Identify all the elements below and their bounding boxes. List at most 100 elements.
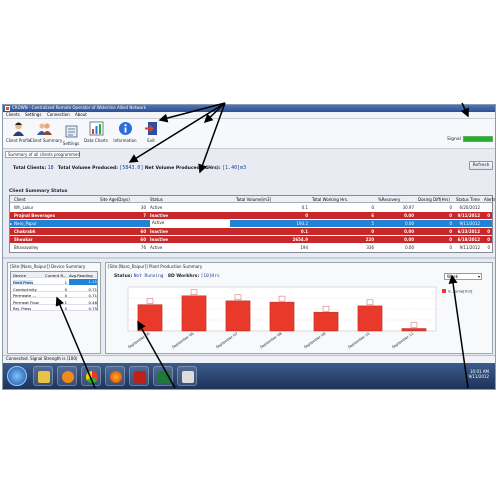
- table-cell: 0: [449, 245, 452, 250]
- total-volume-value: [5843.0]: [119, 165, 144, 171]
- table-cell: 0: [64, 306, 67, 311]
- device-summary-title: [Site:[Naro_Raipur]] Device Summary: [10, 264, 86, 269]
- device-summary-table: Device Current R... Avg.Reading Feed Press 1…: [10, 271, 98, 311]
- signal-label: Signal: [447, 137, 461, 142]
- table-cell: Inactive: [150, 229, 169, 234]
- client-profile-button[interactable]: Client Profile: [6, 121, 31, 143]
- legend-swatch: [442, 289, 446, 293]
- table-cell: 0: [371, 229, 374, 234]
- table-row[interactable]: Bhavavalley 76 Active 194 336 0.00 0 9/11/2012 0: [10, 244, 492, 251]
- taskbar-paint-icon[interactable]: [177, 366, 197, 386]
- x-tick-label: September 10: [347, 331, 371, 349]
- table-cell: 9/11/2012: [459, 221, 480, 226]
- table-cell: 0: [449, 237, 452, 242]
- table-cell: 0.71: [88, 293, 97, 298]
- table-cell: 1: [64, 299, 67, 305]
- device-row[interactable]: Rej. Press 0 0.75: [11, 305, 97, 311]
- column-header: Total Volume[m3]: [236, 197, 272, 202]
- bar: [313, 311, 339, 332]
- data-label-box: [278, 295, 286, 302]
- menu-settings[interactable]: Settings: [25, 112, 41, 117]
- data-label-box: [146, 298, 154, 304]
- menu-clients[interactable]: Clients: [6, 112, 20, 117]
- device-row[interactable]: Permeat Flow 1 0.46: [11, 298, 97, 305]
- status-bar: Connected. Signal Strength is (100): [3, 355, 495, 363]
- tab-summary[interactable]: Summary of all clients programmed: [5, 151, 80, 158]
- taskbar-firefox-icon[interactable]: [105, 366, 125, 386]
- table-row[interactable]: Prajnal Beverages 7 Inactive 0 6 0.00 0 9/11/20…: [10, 212, 492, 219]
- production-summary-panel: [Site:[Naro_Raipur]] Plant Production Su…: [105, 262, 493, 354]
- device-row[interactable]: Conductivity 0 0.71: [11, 285, 97, 292]
- taskbar-folder-icon[interactable]: [33, 366, 53, 386]
- menu-connection[interactable]: Connection: [47, 112, 70, 117]
- data-label-box: [234, 294, 242, 301]
- column-header: Status: [150, 197, 163, 202]
- table-cell: 30.97: [402, 205, 414, 210]
- device-row[interactable]: Feed Press 1 1.11: [11, 279, 97, 285]
- total-volume-label: Total Volume Produced:: [57, 166, 118, 171]
- taskbar-acrobat-icon[interactable]: [129, 366, 149, 386]
- bar: [401, 328, 427, 332]
- taskbar-media-player-icon[interactable]: [57, 366, 77, 386]
- information-button[interactable]: Information: [111, 121, 139, 143]
- table-cell: 0: [305, 213, 308, 218]
- information-icon: [118, 121, 133, 136]
- data-label-box: [322, 305, 330, 312]
- screenshot: CROWN - Centralized Remote Operator of W…: [0, 0, 500, 500]
- splitter[interactable]: [3, 257, 495, 259]
- status-value: Not Running: [133, 274, 164, 279]
- x-tick-label: September 07: [215, 332, 238, 350]
- table-cell: 0: [449, 213, 452, 218]
- table-cell: 1: [64, 280, 67, 285]
- exit-button[interactable]: Exit: [141, 121, 161, 143]
- table-cell: 60: [140, 237, 146, 242]
- table-row[interactable]: Nero_Papur Active 193.2 5 0.00 0 9/11/2012 ▸: [10, 220, 492, 227]
- bar: [225, 300, 251, 332]
- bar: [269, 301, 295, 332]
- table-cell: Active: [150, 205, 163, 210]
- taskbar: 10:01 AM 9/11/2012: [3, 363, 495, 389]
- start-button[interactable]: [7, 366, 27, 386]
- bar: [181, 295, 207, 332]
- menu-bar: Clients Settings Connection About: [3, 112, 495, 119]
- refresh-button[interactable]: Refresh: [469, 161, 493, 170]
- table-cell: 0: [487, 245, 490, 250]
- device-summary-panel: [Site:[Naro_Raipur]] Device Summary Devi…: [7, 262, 101, 354]
- signal-strength-bar: [463, 136, 493, 142]
- x-tick-label: September 05: [127, 332, 150, 350]
- taskbar-chrome-icon[interactable]: [81, 366, 101, 386]
- table-row[interactable]: Shoukar 60 Inactive 2654.9 220 0.00 0 6/18/2012…: [10, 236, 492, 243]
- table-cell: Active: [150, 245, 163, 250]
- table-row[interactable]: Wh_Lokur 30 Active 0.1 0 30.97 0 6/20/2012: [10, 204, 492, 211]
- x-tick-label: September 08: [259, 331, 283, 349]
- table-cell: 5: [371, 221, 374, 226]
- status-bar-text: Connected. Signal Strength is (100): [6, 356, 78, 361]
- taskbar-excel-icon[interactable]: [153, 366, 173, 386]
- column-header: Total Working Hrs.: [312, 197, 349, 202]
- settings-icon: [64, 124, 79, 139]
- table-cell: Chakrabh: [14, 229, 36, 234]
- settings-button[interactable]: Settings: [61, 124, 81, 146]
- period-dropdown[interactable]: Week ▾: [444, 273, 482, 280]
- totals-line: Total Clients: 18 Total Volume Produced:…: [13, 165, 246, 175]
- system-tray[interactable]: 10:01 AM 9/11/2012: [468, 369, 489, 379]
- data-charts-button[interactable]: Data Charts: [83, 121, 109, 143]
- device-row[interactable]: Permeate ... 0 0.71: [11, 292, 97, 298]
- table-row[interactable]: Chakrabh 60 Inactive 0.1 0 0.00 0 6/23/2012 0: [10, 228, 492, 235]
- table-cell: Active: [150, 220, 230, 227]
- table-cell: 193.2: [296, 221, 308, 226]
- table-cell: 0: [64, 286, 67, 292]
- table-cell: 60: [140, 229, 146, 234]
- table-cell: 6/20/2012: [459, 205, 480, 210]
- production-bar-chart: September 05 September 06 September 07 Sept…: [127, 286, 473, 350]
- clock-date: 9/11/2012: [468, 374, 489, 380]
- table-cell: 6/23/2012: [457, 229, 480, 234]
- client-summary-title: Client Summary Status: [9, 189, 68, 194]
- table-cell: 0: [449, 221, 452, 226]
- menu-about[interactable]: About: [75, 112, 87, 117]
- table-cell: Inactive: [150, 213, 169, 218]
- client-summary-button[interactable]: Client Summary: [30, 121, 62, 143]
- table-cell: 0: [487, 213, 490, 218]
- table-cell: Bhavavalley: [14, 245, 39, 250]
- table-cell: Prajnal Beverages: [14, 213, 55, 218]
